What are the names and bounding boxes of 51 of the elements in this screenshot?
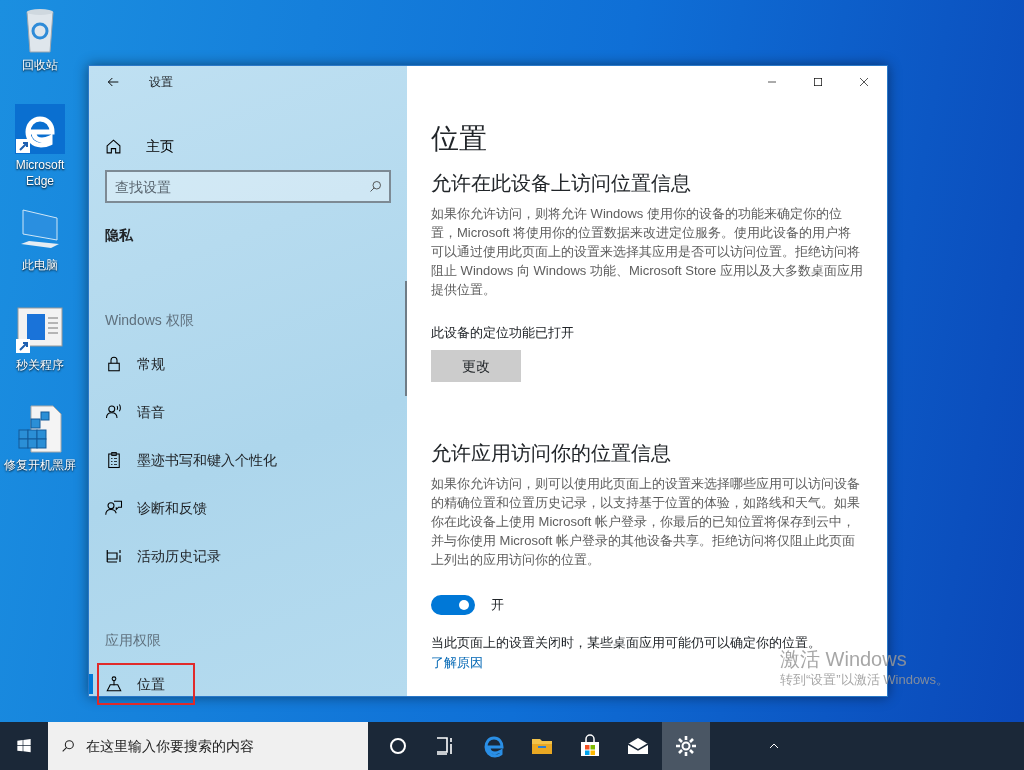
nav-item-label: 活动历史记录 [137,546,221,566]
nav-item-label: 语音 [137,402,165,422]
desktop-icon-label[interactable]: 此电脑 [22,258,58,274]
search-icon[interactable] [368,179,383,194]
speech-icon [105,403,123,421]
nav-item-label: 诊断和反馈 [137,498,207,518]
shopping-bag-icon[interactable] [578,734,602,758]
nav-item[interactable]: 常规 [89,340,407,388]
page-title: 位置 [431,122,488,156]
windows-start-icon[interactable] [16,738,32,754]
nav-item[interactable]: 活动历史记录 [89,532,407,580]
taskbar-search-field[interactable]: 在这里输入你要搜索的内容 [48,722,368,770]
section-title: 隐私 [104,226,135,245]
nav-item-label: 常规 [137,354,165,374]
window-title: 设置 [149,74,173,91]
section-heading: 允许应用访问你的位置信息 [431,441,672,467]
nav-item[interactable]: 墨迹书写和键入个性化 [89,436,407,484]
toggle-switch[interactable] [431,595,475,616]
toggle-label: 开 [491,596,504,615]
scrollbar[interactable] [405,281,407,396]
group-heading: Windows 权限 [104,310,195,330]
edge-browser-shortcut-icon[interactable] [15,104,65,154]
section-description: 如果你允许访问，则将允许 Windows 使用你的设备的功能来确定你的位置，Microsoft 将使用你的位置数据来改进定位服务。使用此设备的用户将可以通过使用此页面上的设置来选择其应用是否可以访问位置。拒绝访问将阻止 Windows 向 Windows 功能、Microsoft Store 应用以及大多数桌面应用提供位置。 [431,204,863,299]
feedback-icon [105,499,123,517]
location-icon [105,675,123,693]
clipboard-icon [105,451,123,469]
learn-more-link[interactable]: 了解原因 [431,654,483,670]
lock-icon [105,355,123,373]
status-text: 此设备的定位功能已打开 [431,323,575,342]
nav-item[interactable]: 位置 [89,660,407,708]
history-icon [105,547,123,565]
home-icon [105,137,122,155]
change-button[interactable]: 更改 [431,350,521,383]
edge-browser-icon[interactable] [482,734,506,758]
search-field[interactable]: 查找设置 [105,170,391,203]
registry-cubes-icon[interactable] [15,404,65,454]
app-window-shortcut-icon[interactable] [15,304,65,354]
nav-item-label: 位置 [137,674,165,694]
home-nav-item[interactable]: 主页 [89,122,407,170]
desktop-icon-label[interactable]: Microsoft Edge [0,158,80,190]
nav-item-label: 墨迹书写和键入个性化 [137,450,277,470]
desktop-icon-label[interactable]: 修复开机黑屏 [4,458,76,474]
gear-icon[interactable] [674,734,698,758]
nav-item[interactable]: 诊断和反馈 [89,484,407,532]
section-description: 如果你允许访问，则可以使用此页面上的设置来选择哪些应用可以访问设备的精确位置和位置历史记录，以支持基于位置的体验，如路线和天气。如果你在此设备上使用 Microsoft 帐户登录，你最后的已知位置将保存到云中，并与你使用 Microsoft 帐户登录的其他设备共享。拒绝访问将仅阻止此页面上列出的应用访问你的位置。 [431,475,861,570]
nav-item[interactable]: 语音 [89,388,407,436]
note-text: 当此页面上的设置关闭时，某些桌面应用可能仍可以确定你的位置。 [431,634,822,651]
group-heading: 应用权限 [104,630,162,650]
search-icon [60,738,76,754]
desktop-icon-label[interactable]: 秒关程序 [16,358,64,374]
section-heading: 允许在此设备上访问位置信息 [431,170,692,196]
